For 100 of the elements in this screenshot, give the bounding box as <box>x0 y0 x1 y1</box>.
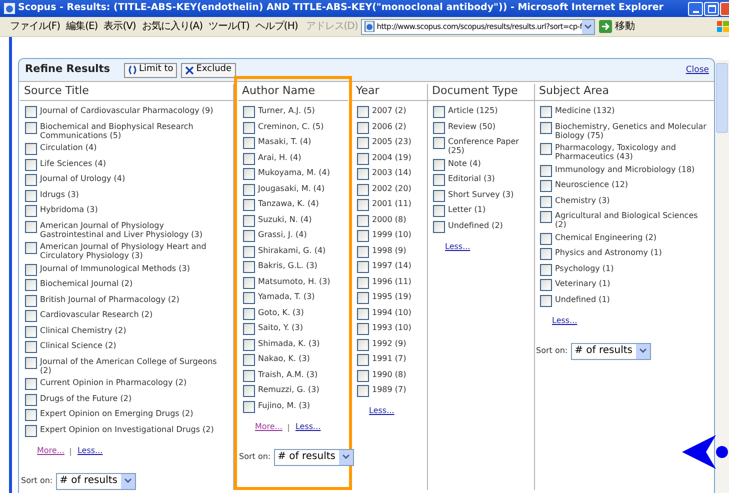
menu-item[interactable]: ヘルプ(H) <box>255 19 298 34</box>
filter-option: Suzuki, N. (4) <box>258 214 348 224</box>
filter-option: Jougasaki, M. (4) <box>258 182 348 192</box>
filter-option: Biochemical and Biophysical Research Communications (5) <box>40 120 220 140</box>
sort-dropdown[interactable]: # of results <box>274 448 354 466</box>
go-button[interactable]: 移動 <box>599 19 636 34</box>
filter-option: 2006 (2) <box>372 120 427 130</box>
filter-option: Biochemical Journal (2) <box>40 278 220 288</box>
less-link[interactable]: Less... <box>552 314 578 326</box>
filter-option: Nakao, K. (3) <box>258 353 348 363</box>
filter-option: American Journal of Physiology Gastrointestinal and Liver Physiology (3) <box>40 220 220 238</box>
sort-label: Sort on: <box>536 345 568 357</box>
sort-label: Sort on: <box>21 475 53 487</box>
filter-option: Expert Opinion on Investigational Drugs (2) <box>40 424 220 434</box>
filter-option: 1995 (19) <box>372 291 427 301</box>
filter-option: 1989 (7) <box>372 384 427 394</box>
menu-item[interactable]: お気に入り(A) <box>142 19 202 34</box>
filter-option: Chemistry (3) <box>555 194 708 204</box>
filter-option: Shirakami, G. (4) <box>258 244 348 254</box>
more-link[interactable]: More... <box>255 420 282 432</box>
column-header: Year <box>352 84 427 101</box>
filter-option: Chemical Engineering (2) <box>555 232 708 242</box>
filter-option: Letter (1) <box>448 204 520 214</box>
menu-item[interactable]: ファイル(F) <box>10 19 60 34</box>
filter-option: 1990 (8) <box>372 368 427 378</box>
panel-title: Refine Results <box>25 62 110 78</box>
filter-option: 2004 (19) <box>372 152 427 162</box>
filter-option: 2002 (20) <box>372 182 427 192</box>
filter-option: Veterinary (1) <box>555 278 708 288</box>
filter-option: 2007 (2) <box>372 105 427 115</box>
column-header: Author Name <box>238 84 348 101</box>
filter-option: Undefined (2) <box>448 220 520 230</box>
filter-option: 1991 (7) <box>372 353 427 363</box>
filter-option: 1998 (9) <box>372 244 427 254</box>
filter-option: Psychology (1) <box>555 262 708 272</box>
window-title: Scopus - Results: (TITLE-ABS-KEY(endothelin) AND TITLE-ABS-KEY("monoclonal antibody")) - Microsoft Internet Explorer <box>18 1 664 16</box>
more-link[interactable]: More... <box>37 444 64 456</box>
filter-option: Remuzzi, G. (3) <box>258 384 348 394</box>
address-label: アドレス(D) <box>306 20 358 34</box>
less-link[interactable]: Less... <box>77 444 103 456</box>
filter-option: Review (50) <box>448 120 520 130</box>
filter-option: British Journal of Pharmacology (2) <box>40 294 220 304</box>
filter-option: 1993 (10) <box>372 322 427 332</box>
filter-option: Immunology and Microbiology (18) <box>555 164 708 174</box>
filter-option: Editorial (3) <box>448 173 520 183</box>
column-header: Source Title <box>20 84 233 101</box>
filter-option: 2000 (8) <box>372 214 427 224</box>
filter-option: Clinical Science (2) <box>40 340 220 350</box>
filter-option: Biochemistry, Genetics and Molecular Biology (75) <box>555 120 708 140</box>
filter-option: Life Sciences (4) <box>40 158 220 168</box>
filter-option: Expert Opinion on Emerging Drugs (2) <box>40 408 220 418</box>
filter-option: Turner, A.J. (5) <box>258 105 348 115</box>
filter-option: Pharmacology, Toxicology and Pharmaceutics (43) <box>555 142 708 161</box>
sort-dropdown[interactable]: # of results <box>56 472 136 490</box>
less-link[interactable]: Less... <box>369 405 394 417</box>
filter-option: Grassi, J. (4) <box>258 229 348 239</box>
filter-option: Fujino, M. (3) <box>258 400 348 410</box>
menu-item[interactable]: 表示(V) <box>104 19 136 34</box>
menu-item[interactable]: ツール(T) <box>208 19 250 34</box>
filter-option: Drugs of the Future (2) <box>40 392 220 402</box>
filter-option: Circulation (4) <box>40 142 220 152</box>
filter-option: 2005 (23) <box>372 136 427 146</box>
filter-option: American Journal of Physiology Heart and Circulatory Physiology (3) <box>40 241 220 260</box>
sort-label: Sort on: <box>239 451 271 463</box>
less-link[interactable]: Less... <box>445 240 470 252</box>
filter-option: Journal of Urology (4) <box>40 173 220 183</box>
filter-option: Saito, Y. (3) <box>258 322 348 332</box>
filter-option: Tanzawa, K. (4) <box>258 198 348 208</box>
filter-option: Note (4) <box>448 158 520 168</box>
sort-dropdown[interactable]: # of results <box>570 342 650 360</box>
filter-option: Cardiovascular Research (2) <box>40 309 220 319</box>
filter-option: Short Survey (3) <box>448 188 520 198</box>
menu-item[interactable]: 編集(E) <box>66 19 98 34</box>
filter-option: Bakris, G.L. (3) <box>258 260 348 270</box>
filter-option: Yamada, T. (3) <box>258 291 348 301</box>
filter-option: Masaki, T. (4) <box>258 136 348 146</box>
filter-option: Creminon, C. (5) <box>258 120 348 130</box>
filter-option: Journal of the American College of Surgeons (2) <box>40 356 220 374</box>
limit-to-button[interactable]: Limit to <box>124 62 178 78</box>
filter-option: Undefined (1) <box>555 294 708 304</box>
filter-option: Shimada, K. (3) <box>258 338 348 348</box>
column-header: Document Type <box>428 84 534 101</box>
exclude-button[interactable]: Exclude <box>181 62 236 78</box>
filter-option: 1996 (11) <box>372 276 427 286</box>
close-link[interactable]: Close <box>686 64 709 76</box>
filter-option: 1999 (10) <box>372 229 427 239</box>
filter-option: 2003 (14) <box>372 167 427 177</box>
less-link[interactable]: Less... <box>295 420 321 432</box>
filter-option: Agricultural and Biological Sciences (2) <box>555 210 708 229</box>
filter-option: 2001 (11) <box>372 198 427 208</box>
filter-option: Conference Paper (25) <box>448 136 520 155</box>
filter-option: Hybridoma (3) <box>40 204 220 214</box>
filter-option: Clinical Chemistry (2) <box>40 324 220 334</box>
filter-option: 1992 (9) <box>372 338 427 348</box>
filter-option: Matsumoto, H. (3) <box>258 276 348 286</box>
filter-option: Article (125) <box>448 105 520 115</box>
filter-option: Neuroscience (12) <box>555 179 708 189</box>
filter-option: Medicine (132) <box>555 105 708 115</box>
column-header: Subject Area <box>535 84 714 101</box>
filter-option: Journal of Cardiovascular Pharmacology (9) <box>40 105 220 115</box>
